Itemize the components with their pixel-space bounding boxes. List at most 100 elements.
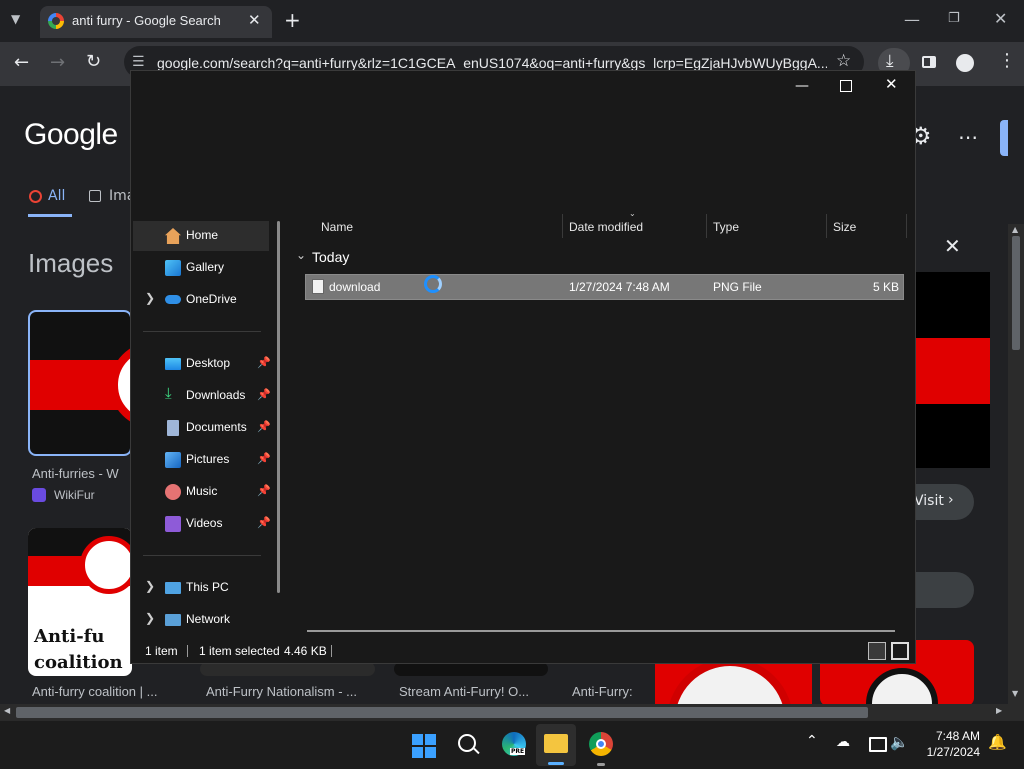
status-item-count: 1 item [145,644,178,658]
nav-documents[interactable]: Documents 📌 [133,413,271,443]
tab-search-icon[interactable]: ▼ [11,13,20,25]
url-text[interactable]: google.com/search?q=anti+furry&rlz=1C1GC… [157,55,827,71]
image-result-2[interactable]: Anti-fu coalition [28,528,132,676]
nav-gallery-label: Gallery [186,260,225,274]
wikifur-favicon-icon [32,488,46,502]
pin-icon[interactable]: 📌 [257,420,271,433]
nav-gallery[interactable]: Gallery [133,253,269,283]
show-hidden-icons[interactable]: ⌃ [806,734,818,748]
apps-grid-icon[interactable]: ⋯ [958,127,978,147]
bookmark-star-icon[interactable]: ☆ [836,53,851,70]
preview-image[interactable] [914,272,990,468]
nav-onedrive[interactable]: ❯ OneDrive [133,285,269,315]
nav-pane-scrollbar[interactable] [277,221,280,593]
list-scrollbar[interactable] [307,630,895,632]
explorer-minimize-icon[interactable]: — [795,79,809,93]
image-result-6[interactable] [655,662,812,706]
pin-icon[interactable]: 📌 [257,356,271,369]
explorer-close-icon[interactable]: ✕ [885,77,898,92]
chevron-right-icon[interactable]: ❯ [145,579,155,593]
nav-divider [143,555,261,556]
clock[interactable]: 7:48 AM 1/27/2024 [908,728,980,760]
reload-icon[interactable]: ↻ [86,53,101,71]
tiles-view-icon[interactable] [891,642,909,660]
nav-pictures[interactable]: Pictures 📌 [133,445,271,475]
chevron-right-icon[interactable]: ❯ [145,291,155,305]
result-2-caption[interactable]: Anti-furry coalition | ... [32,684,157,699]
nav-desktop[interactable]: Desktop 📌 [133,349,271,379]
column-date-modified[interactable]: Date modified [569,220,643,234]
nav-downloads[interactable]: ⤓ Downloads 📌 [133,381,271,411]
flag-stripe [914,338,990,404]
nav-network[interactable]: ❯ Network [133,605,269,635]
window-restore-icon[interactable]: ❐ [948,12,960,25]
scroll-down-icon[interactable]: ▼ [1012,690,1018,698]
image-result-4[interactable] [394,662,548,676]
window-close-icon[interactable]: ✕ [994,11,1007,27]
new-tab-icon[interactable]: + [284,10,301,30]
pin-icon[interactable]: 📌 [257,452,271,465]
file-name[interactable]: download [329,280,380,294]
forward-icon[interactable]: → [50,54,65,72]
result-2-thumb-text: Anti-fu coalition [34,626,123,673]
column-type[interactable]: Type [713,220,739,234]
tab-close-icon[interactable]: ✕ [248,13,261,28]
nav-this-pc[interactable]: ❯ This PC [133,573,269,603]
image-result-1[interactable] [28,310,132,456]
group-collapse-icon[interactable]: ⌄ [296,249,306,261]
explorer-maximize-icon[interactable] [840,80,852,92]
pin-icon[interactable]: 📌 [257,484,271,497]
side-panel-icon[interactable] [922,56,936,68]
page-vertical-scroll-thumb[interactable] [1012,236,1020,350]
network-offline-icon[interactable]: ☁ [836,735,850,749]
scroll-left-icon[interactable]: ◀ [4,707,10,715]
result-1-source[interactable]: WikiFur [54,488,95,502]
column-name[interactable]: Name [321,220,353,234]
volume-icon[interactable]: 🔈 [890,735,909,750]
browser-tab[interactable]: anti furry - Google Search ✕ [40,6,272,38]
nav-videos[interactable]: Videos 📌 [133,509,271,539]
pin-icon[interactable]: 📌 [257,516,271,529]
result-3-caption[interactable]: Anti-Furry Nationalism - ... [206,684,357,699]
more-menu-icon[interactable]: ⋮ [998,52,1016,70]
tab-all[interactable]: All [48,188,65,204]
preview-close-icon[interactable]: ✕ [944,236,961,256]
edge-pre-badge: PRE [510,748,526,755]
document-icon [167,420,179,436]
start-windows-icon[interactable] [412,734,436,758]
clock-date: 1/27/2024 [926,745,980,759]
column-divider[interactable] [906,214,907,238]
chevron-right-icon[interactable]: ❯ [145,611,155,625]
profile-icon[interactable] [956,54,974,72]
site-info-icon[interactable]: ☰ [132,55,145,69]
google-logo[interactable]: Google [24,118,118,152]
result-1-caption[interactable]: Anti-furries - W [32,466,119,481]
scroll-up-icon[interactable]: ▲ [1012,226,1018,234]
column-size[interactable]: Size [833,220,856,234]
download-icon: ⤓ [886,51,894,71]
nav-music[interactable]: Music 📌 [133,477,271,507]
pictures-icon [165,452,181,468]
nav-home[interactable]: Home [133,221,269,251]
window-minimize-icon[interactable]: — [904,12,920,28]
tab-title: anti furry - Google Search [72,13,221,28]
group-today[interactable]: Today [312,249,349,265]
page-horizontal-scroll-thumb[interactable] [16,707,868,718]
scroll-right-icon[interactable]: ▶ [996,707,1002,715]
result-4-caption[interactable]: Stream Anti-Furry! O... [399,684,529,699]
status-divider [331,645,332,657]
home-icon [165,228,181,244]
column-divider[interactable] [826,214,827,238]
visit-label: Visit [914,493,944,509]
image-result-3[interactable] [200,662,375,676]
column-divider[interactable] [706,214,707,238]
pin-icon[interactable]: 📌 [257,388,271,401]
notification-bell-icon[interactable]: 🔔 [988,735,1007,750]
nav-pictures-label: Pictures [186,452,230,466]
column-divider[interactable] [562,214,563,238]
display-icon[interactable] [869,737,887,752]
back-icon[interactable]: ← [14,54,29,72]
no-paw-icon [80,536,132,594]
details-view-icon[interactable] [868,642,886,660]
result-5-caption[interactable]: Anti-Furry: [572,684,633,699]
